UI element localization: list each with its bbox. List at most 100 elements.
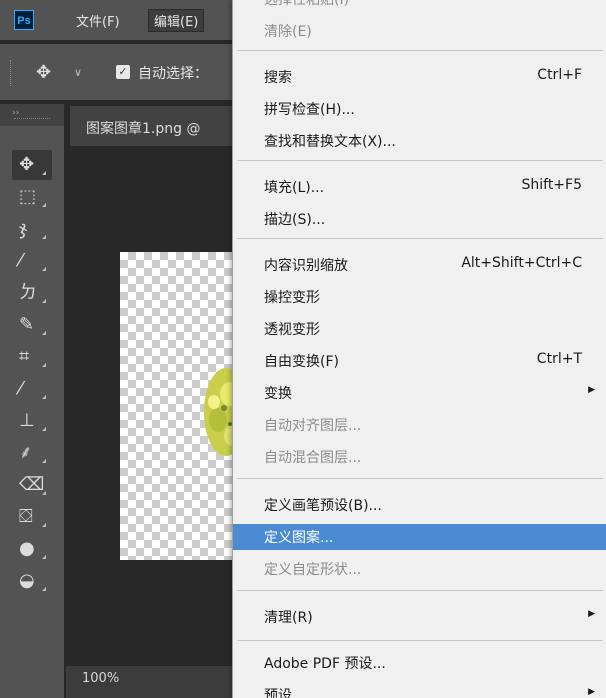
menu-item-label: 定义图案... bbox=[264, 530, 334, 546]
document-tab-title: 图案图章1.png @ bbox=[86, 121, 201, 137]
menu-item-shortcut: Shift+F5 bbox=[521, 177, 582, 193]
menu-item-label: 搜索 bbox=[264, 70, 292, 86]
menu-file[interactable]: 文件(F) bbox=[76, 11, 120, 30]
menu-item[interactable]: 描边(S)... bbox=[233, 206, 606, 232]
menu-item-label: 预设 bbox=[264, 688, 292, 698]
menu-edit[interactable]: 编辑(E) bbox=[148, 9, 205, 32]
document-tab[interactable]: 图案图章1.png @ bbox=[70, 106, 240, 146]
tool-glyph: ⌗ bbox=[19, 346, 30, 367]
menu-separator bbox=[237, 640, 603, 641]
zoom-level[interactable]: 100% bbox=[82, 671, 119, 686]
tool-group-indicator bbox=[42, 203, 46, 207]
menu-item[interactable]: 清理(R) ▶ bbox=[233, 604, 606, 630]
tool-glyph: ⬚ bbox=[19, 186, 37, 207]
menu-item[interactable]: 自动对齐图层... bbox=[233, 412, 606, 438]
menu-item-label: 描边(S)... bbox=[264, 212, 326, 228]
history-brush-tool-icon[interactable]: ⸙ bbox=[12, 438, 52, 468]
tools-panel-header: ›› bbox=[0, 104, 64, 126]
menu-item[interactable]: 透视变形 bbox=[233, 316, 606, 342]
tool-group-indicator bbox=[42, 491, 46, 495]
auto-select-label: 自动选择： bbox=[138, 66, 208, 82]
menu-item[interactable]: 搜索 Ctrl+F bbox=[233, 64, 606, 90]
tool-glyph: ⁄ bbox=[19, 250, 23, 271]
menu-item[interactable]: 选择性粘贴(I) ▶ bbox=[233, 0, 606, 12]
tools-panel-grip[interactable] bbox=[14, 118, 50, 119]
tool-group-indicator bbox=[42, 587, 46, 591]
collapse-icon[interactable]: ›› bbox=[12, 108, 19, 118]
auto-select-checkbox[interactable]: ✓ bbox=[116, 65, 130, 79]
menu-item[interactable]: 自由变换(F) Ctrl+T bbox=[233, 348, 606, 374]
menu-item[interactable]: 预设 ▶ bbox=[233, 682, 606, 698]
brush-tool-icon[interactable]: ⁄ bbox=[12, 374, 52, 404]
tool-glyph: ⌫ bbox=[19, 474, 45, 495]
menu-separator bbox=[237, 238, 603, 239]
menu-item[interactable]: 操控变形 bbox=[233, 284, 606, 310]
tool-glyph: ⁄ bbox=[19, 378, 23, 399]
move-tool-icon[interactable]: ✥ bbox=[12, 150, 52, 180]
submenu-arrow-icon: ▶ bbox=[588, 687, 595, 697]
tool-group-indicator bbox=[42, 171, 46, 175]
tools-panel: ›› ✥ ⬚ ჯ ⁄ ㄉ ✎ ⌗ ⁄ ⊥ ⸙ ⌫ ⛋ ● ◒ bbox=[0, 104, 64, 698]
submenu-arrow-icon: ▶ bbox=[588, 0, 595, 1]
tool-glyph: ✥ bbox=[19, 154, 35, 175]
tool-group-indicator bbox=[42, 427, 46, 431]
tool-glyph: ⊥ bbox=[19, 410, 35, 431]
eraser-tool-icon[interactable]: ⌫ bbox=[12, 470, 52, 500]
menu-item-label: 定义自定形状... bbox=[264, 562, 362, 578]
menu-item[interactable]: 自动混合图层... bbox=[233, 444, 606, 470]
photoshop-logo: Ps bbox=[14, 10, 34, 30]
crop-tool-icon[interactable]: ㄉ bbox=[12, 278, 52, 308]
menu-item-shortcut: Ctrl+T bbox=[536, 351, 582, 367]
tool-group-indicator bbox=[42, 299, 46, 303]
chevron-down-icon[interactable]: ∨ bbox=[74, 66, 82, 79]
menu-item-shortcut: Alt+Shift+Ctrl+C bbox=[461, 255, 582, 271]
menu-item-label: 拼写检查(H)... bbox=[264, 102, 355, 118]
options-bar-grip[interactable] bbox=[10, 60, 15, 86]
paint-bucket-tool-icon[interactable]: ⛋ bbox=[12, 502, 52, 532]
stamp-tool-icon[interactable]: ⊥ bbox=[12, 406, 52, 436]
tool-glyph: ✎ bbox=[19, 314, 35, 335]
submenu-arrow-icon: ▶ bbox=[588, 385, 595, 395]
blur-tool-icon[interactable]: ● bbox=[12, 534, 52, 564]
menu-item-label: 清理(R) bbox=[264, 610, 313, 626]
menu-item-label: 自由变换(F) bbox=[264, 354, 339, 370]
magic-wand-tool-icon[interactable]: ⁄ bbox=[12, 246, 52, 276]
tool-group-indicator bbox=[42, 331, 46, 335]
menu-item[interactable]: 定义自定形状... bbox=[233, 556, 606, 582]
menu-item-label: 自动混合图层... bbox=[264, 450, 362, 466]
tool-group-indicator bbox=[42, 363, 46, 367]
menu-separator bbox=[237, 478, 603, 479]
menu-item[interactable]: 拼写检查(H)... bbox=[233, 96, 606, 122]
marquee-tool-icon[interactable]: ⬚ bbox=[12, 182, 52, 212]
tool-group-indicator bbox=[42, 555, 46, 559]
status-bar: 100% bbox=[66, 666, 240, 698]
frame-tool-icon[interactable]: ⌗ bbox=[12, 342, 52, 372]
menu-item[interactable]: 清除(E) bbox=[233, 18, 606, 44]
menu-item-label: 查找和替换文本(X)... bbox=[264, 134, 396, 150]
move-tool-option-icon[interactable]: ✥ bbox=[36, 62, 51, 83]
options-bar: ✥ ∨ ✓ 自动选择： bbox=[0, 44, 240, 100]
menu-item[interactable]: 填充(L)... Shift+F5 bbox=[233, 174, 606, 200]
tool-glyph: ჯ bbox=[19, 218, 28, 239]
menu-item[interactable]: 定义图案... bbox=[233, 524, 606, 550]
menu-item-shortcut: Ctrl+F bbox=[537, 67, 582, 83]
menu-item-label: Adobe PDF 预设... bbox=[264, 656, 386, 672]
menu-item[interactable]: Adobe PDF 预设... bbox=[233, 650, 606, 676]
menu-item[interactable]: 查找和替换文本(X)... bbox=[233, 128, 606, 154]
menu-separator bbox=[237, 590, 603, 591]
menu-item-label: 选择性粘贴(I) bbox=[264, 0, 350, 8]
lasso-tool-icon[interactable]: ჯ bbox=[12, 214, 52, 244]
menu-item[interactable]: 定义画笔预设(B)... bbox=[233, 492, 606, 518]
menu-item-label: 透视变形 bbox=[264, 322, 320, 338]
edit-menu-dropdown: 选择性粘贴(I) ▶ 清除(E) 搜索 Ctrl+F 拼写检查(H)... 查找和替换文本(… bbox=[232, 0, 606, 698]
menu-item-label: 变换 bbox=[264, 386, 292, 402]
eyedropper-tool-icon[interactable]: ✎ bbox=[12, 310, 52, 340]
menu-item-label: 自动对齐图层... bbox=[264, 418, 362, 434]
menu-item[interactable]: 内容识别缩放 Alt+Shift+Ctrl+C bbox=[233, 252, 606, 278]
tool-group-indicator bbox=[42, 267, 46, 271]
tool-group-indicator bbox=[42, 523, 46, 527]
dodge-tool-icon[interactable]: ◒ bbox=[12, 566, 52, 596]
menu-item[interactable]: 变换 ▶ bbox=[233, 380, 606, 406]
tool-group-indicator bbox=[42, 235, 46, 239]
submenu-arrow-icon: ▶ bbox=[588, 609, 595, 619]
